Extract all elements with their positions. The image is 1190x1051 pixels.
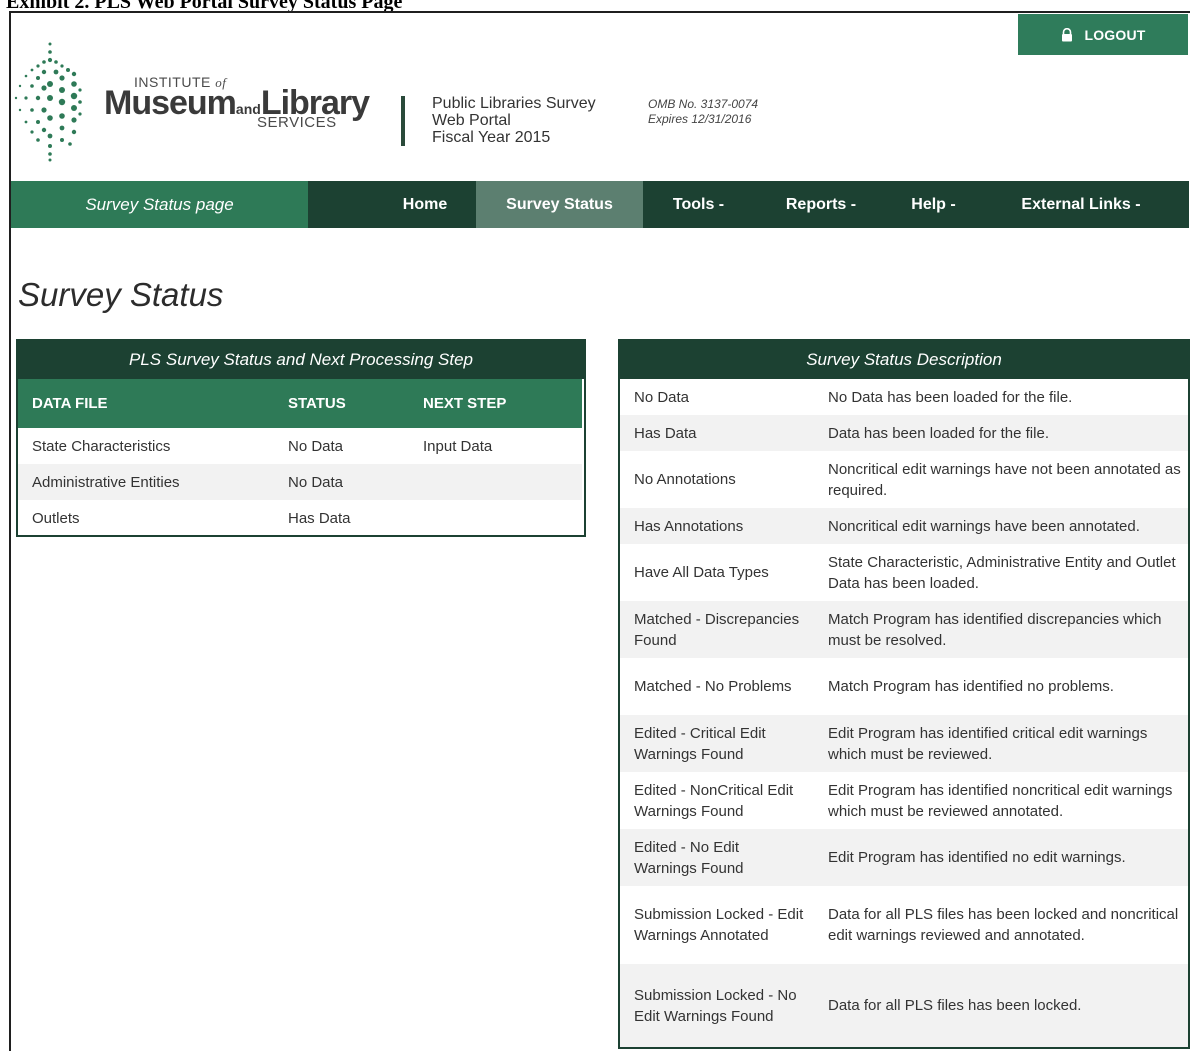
description-term: Edited - NonCritical Edit Warnings Found: [634, 781, 794, 820]
description-row: Submission Locked - Edit Warnings Annota…: [620, 886, 1188, 964]
description-row: Edited - NonCritical Edit Warnings Found…: [620, 772, 1188, 829]
col-data-file: DATA FILE: [32, 395, 108, 412]
description-term: Submission Locked - Edit Warnings Annota…: [634, 906, 804, 944]
description-row: Has Annotations Noncritical edit warning…: [620, 508, 1188, 544]
cell-next-step[interactable]: Input Data: [423, 438, 492, 455]
table-row: Administrative Entities No Data: [18, 464, 582, 500]
main-nav: Survey Status page Home Survey Status To…: [11, 181, 1189, 228]
description-row: Have All Data Types State Characteristic…: [620, 544, 1188, 601]
description-term: No Data: [634, 388, 690, 406]
logout-button[interactable]: LOGOUT: [1018, 14, 1188, 55]
description-definition: Data for all PLS files has been locked.: [828, 997, 1082, 1014]
description-term: Matched - Discrepancies Found: [634, 610, 800, 649]
nav-survey-status[interactable]: Survey Status: [476, 181, 643, 228]
omb-number: OMB No. 3137-0074 Expires 12/31/2016: [648, 97, 759, 126]
description-definition: State Characteristic, Administrative Ent…: [828, 553, 1176, 592]
description-row: Submission Locked - No Edit Warnings Fou…: [620, 964, 1188, 1047]
table-row: Outlets Has Data: [18, 500, 582, 536]
nav-reports[interactable]: Reports -: [766, 181, 876, 228]
description-term: Have All Data Types: [634, 564, 769, 581]
description-definition: Edit Program has identified critical edi…: [828, 724, 1148, 763]
description-term: Has Data: [634, 424, 697, 442]
description-definition: Data for all PLS files has been locked a…: [828, 906, 1179, 944]
description-row: Edited - Critical Edit Warnings Found Ed…: [620, 715, 1188, 772]
portal-title: Public Libraries Survey Web Portal Fisca…: [432, 95, 596, 146]
col-next-step: NEXT STEP: [423, 395, 507, 412]
description-definition: Match Program has identified no problems…: [828, 678, 1114, 695]
status-description-panel: Survey Status Description No Data No Dat…: [618, 339, 1190, 1049]
description-term: Has Annotations: [634, 517, 744, 535]
cell-data-file: Administrative Entities: [32, 474, 180, 491]
logo-services-text: SERVICES: [257, 114, 337, 131]
nav-home[interactable]: Home: [381, 181, 469, 228]
cell-status: No Data: [288, 474, 344, 491]
status-table-title: PLS Survey Status and Next Processing St…: [18, 341, 584, 379]
nav-help[interactable]: Help -: [891, 181, 976, 228]
description-definition: Data has been loaded for the file.: [828, 424, 1049, 442]
imls-logo[interactable]: INSTITUTE of MuseumandLibrary SERVICES: [14, 40, 370, 162]
description-term: Submission Locked - No Edit Warnings Fou…: [634, 986, 797, 1025]
description-row: Has Data Data has been loaded for the fi…: [620, 415, 1188, 451]
header-divider: [401, 96, 405, 146]
col-status: STATUS: [288, 395, 346, 412]
lock-icon: [1062, 27, 1073, 41]
description-definition: No Data has been loaded for the file.: [828, 388, 1073, 406]
description-row: Edited - No Edit Warnings Found Edit Pro…: [620, 829, 1188, 886]
page-title: Survey Status: [18, 276, 224, 313]
description-definition: Edit Program has identified noncritical …: [828, 781, 1173, 820]
nav-external-links[interactable]: External Links -: [996, 181, 1166, 228]
status-table-header: DATA FILE STATUS NEXT STEP: [18, 379, 582, 428]
description-term: No Annotations: [634, 471, 736, 488]
description-definition: Noncritical edit warnings have not been …: [828, 460, 1181, 499]
description-row: Matched - No Problems Match Program has …: [620, 658, 1188, 715]
description-term: Matched - No Problems: [634, 678, 792, 695]
description-row: No Annotations Noncritical edit warnings…: [620, 451, 1188, 508]
logo-dots-icon: [14, 42, 82, 162]
description-definition: Edit Program has identified no edit warn…: [828, 849, 1126, 866]
description-term: Edited - No Edit Warnings Found: [634, 838, 744, 877]
description-definition: Noncritical edit warnings have been anno…: [828, 517, 1140, 535]
description-definition: Match Program has identified discrepanci…: [828, 610, 1162, 649]
table-row: State Characteristics No Data Input Data: [18, 428, 582, 464]
description-term: Edited - Critical Edit Warnings Found: [634, 724, 766, 763]
cell-status: No Data: [288, 438, 344, 455]
description-row: No Data No Data has been loaded for the …: [620, 379, 1188, 415]
cell-data-file: State Characteristics: [32, 438, 171, 455]
cell-data-file: Outlets: [32, 510, 80, 527]
cell-status: Has Data: [288, 510, 351, 527]
nav-tools[interactable]: Tools -: [651, 181, 746, 228]
logout-label: LOGOUT: [1084, 26, 1146, 43]
status-description-title: Survey Status Description: [620, 341, 1188, 379]
status-table-panel: PLS Survey Status and Next Processing St…: [16, 339, 586, 537]
nav-page-label: Survey Status page: [11, 181, 308, 228]
description-row: Matched - Discrepancies Found Match Prog…: [620, 601, 1188, 658]
